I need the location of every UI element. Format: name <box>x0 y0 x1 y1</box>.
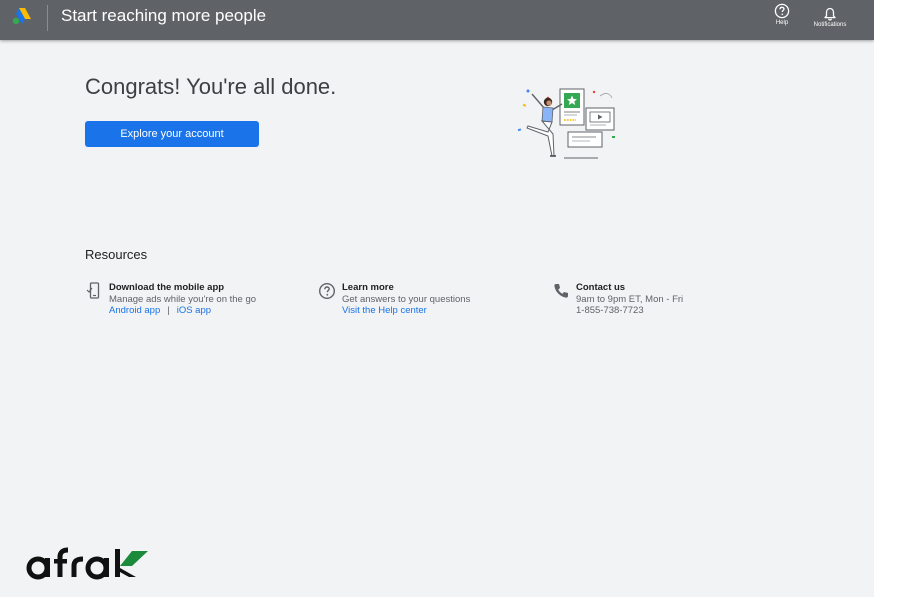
afrak-watermark-logo <box>26 547 148 580</box>
help-button[interactable]: Help <box>770 3 794 26</box>
page-title: Start reaching more people <box>61 6 267 25</box>
link-separator: | <box>167 305 170 316</box>
resource-description: Get answers to your questions <box>342 293 471 305</box>
congrats-heading: Congrats! You're all done. <box>85 74 337 99</box>
help-icon <box>774 3 790 19</box>
notifications-label: Notifications <box>813 22 847 28</box>
ios-app-link[interactable]: iOS app <box>177 305 211 316</box>
android-app-link[interactable]: Android app <box>109 305 160 316</box>
google-ads-logo-icon[interactable] <box>12 7 32 25</box>
resource-title: Contact us <box>576 282 626 293</box>
top-app-bar: Start reaching more people Help Notifica… <box>0 0 874 40</box>
resource-title: Learn more <box>342 282 394 293</box>
phone-icon <box>554 284 568 298</box>
header-divider <box>47 5 48 31</box>
help-label: Help <box>775 20 789 26</box>
resource-title: Download the mobile app <box>109 282 225 293</box>
resource-description: Manage ads while you're on the go <box>109 293 257 305</box>
help-center-link[interactable]: Visit the Help center <box>342 305 427 316</box>
notifications-button[interactable]: Notifications <box>808 7 852 28</box>
app-frame: Start reaching more people Help Notifica… <box>0 0 874 597</box>
resource-description: 9am to 9pm ET, Mon - Fri <box>576 293 684 305</box>
phone-number: 1-855-738-7723 <box>576 305 644 316</box>
help-circle-icon <box>318 282 336 300</box>
bell-icon <box>824 7 836 21</box>
resources-heading: Resources <box>85 247 148 262</box>
mobile-phone-icon <box>86 282 100 299</box>
celebration-illustration <box>517 88 615 159</box>
explore-account-button[interactable]: Explore your account <box>85 121 259 147</box>
